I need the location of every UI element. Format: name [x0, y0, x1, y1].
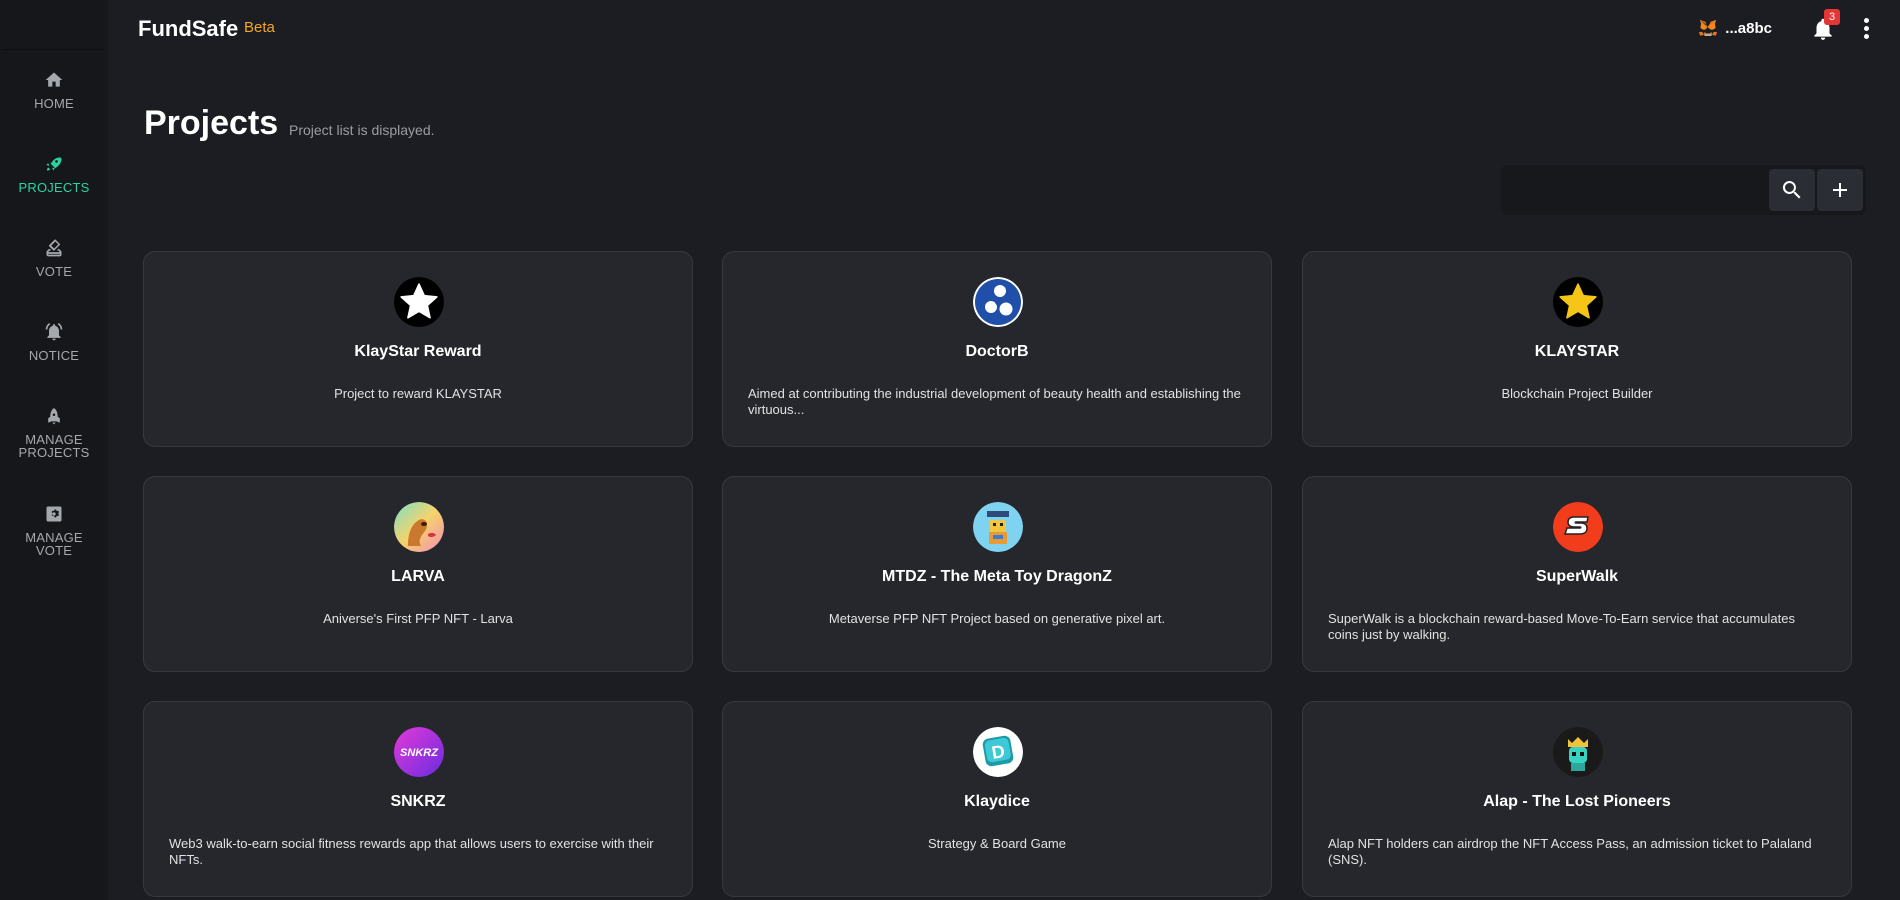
project-card-klaydice[interactable]: D Klaydice Strategy & Board Game — [722, 701, 1272, 897]
add-project-button[interactable] — [1817, 169, 1863, 211]
notifications-button[interactable]: 3 — [1810, 9, 1840, 42]
project-card-superwalk[interactable]: SuperWalk SuperWalk is a blockchain rewa… — [1302, 476, 1852, 672]
project-title: LARVA — [391, 568, 445, 585]
more-dot — [1863, 26, 1869, 31]
search-input[interactable] — [1511, 173, 1761, 207]
project-card-snkrz[interactable]: SNKRZ SNKRZ Web3 walk-to-earn social fit… — [143, 701, 693, 897]
nav-label: PROJECTS — [18, 180, 90, 195]
project-description: Aniverse's First PFP NFT - Larva — [323, 611, 513, 626]
alap-logo — [1553, 727, 1603, 777]
metamask-fox-icon — [1699, 19, 1718, 36]
project-card-mtdz[interactable]: MTDZ - The Meta Toy DragonZ Metaverse PF… — [722, 476, 1272, 672]
plus-icon — [1833, 183, 1847, 197]
project-card-klaystar-reward[interactable]: KlayStar Reward Project to reward KLAYST… — [143, 251, 693, 447]
gold-star-logo — [1553, 277, 1603, 327]
nav-item-manage-projects[interactable]: MANAGE PROJECTS — [0, 406, 108, 459]
project-description: Metaverse PFP NFT Project based on gener… — [828, 611, 1166, 626]
project-card-klaystar[interactable]: KLAYSTAR Blockchain Project Builder — [1302, 251, 1852, 447]
home-icon — [45, 72, 63, 87]
nav-label: HOME — [34, 96, 74, 111]
settings-box-icon — [46, 506, 62, 522]
project-title: DoctorB — [965, 343, 1029, 360]
project-title: KLAYSTAR — [1534, 343, 1620, 360]
superwalk-logo — [1553, 502, 1603, 552]
nav-label: PROJECTS — [18, 445, 90, 460]
page-title: Projects — [144, 104, 279, 142]
rocket-outline-icon — [48, 408, 60, 425]
klaydice-logo: D — [973, 727, 1023, 777]
rocket-icon — [46, 157, 62, 171]
project-title: Alap - The Lost Pioneers — [1483, 793, 1671, 810]
nav-item-projects[interactable]: PROJECTS — [0, 154, 108, 194]
more-dot — [1863, 34, 1869, 39]
brand-logo-text[interactable]: FundSafe — [138, 16, 238, 42]
project-description: SuperWalk is a blockchain reward-based M… — [1328, 611, 1795, 642]
wallet-button[interactable]: ...a8bc — [1697, 17, 1772, 39]
sidebar: HOME PROJECTS VOTE NOTICE MANAGE PROJECT… — [0, 0, 108, 900]
mtdz-logo — [973, 502, 1023, 552]
alarm-icon — [45, 323, 63, 341]
page-subtitle: Project list is displayed. — [289, 122, 435, 138]
nav-item-home[interactable]: HOME — [0, 70, 108, 110]
project-description: Aimed at contributing the industrial dev… — [748, 386, 1241, 417]
larva-logo — [394, 502, 444, 552]
nav-item-manage-vote[interactable]: MANAGE VOTE — [0, 504, 108, 557]
search-button[interactable] — [1769, 169, 1815, 211]
project-description: Project to reward KLAYSTAR — [334, 386, 502, 401]
doctorb-logo — [973, 277, 1023, 327]
project-title: SNKRZ — [390, 793, 446, 810]
beta-tag: Beta — [244, 19, 275, 36]
sidebar-header — [4, 0, 104, 50]
nav-label: NOTICE — [28, 348, 80, 363]
project-title: MTDZ - The Meta Toy DragonZ — [882, 568, 1112, 585]
top-bar: FundSafe Beta ...a8bc 3 — [108, 0, 1900, 56]
project-description: Blockchain Project Builder — [1501, 386, 1653, 401]
white-star-logo — [394, 277, 444, 327]
project-card-alap[interactable]: Alap - The Lost Pioneers Alap NFT holder… — [1302, 701, 1852, 897]
project-description: Strategy & Board Game — [927, 836, 1066, 851]
ballot-icon — [46, 239, 62, 257]
snkrz-logo-text: SNKRZ — [400, 747, 439, 759]
nav-item-notice[interactable]: NOTICE — [0, 322, 108, 362]
notification-count-badge: 3 — [1824, 9, 1840, 25]
project-card-larva[interactable]: LARVA Aniverse's First PFP NFT - Larva — [143, 476, 693, 672]
nav-label: VOTE — [35, 543, 73, 558]
nav-label: VOTE — [35, 264, 73, 279]
project-title: SuperWalk — [1535, 568, 1619, 585]
more-options-button[interactable] — [1862, 18, 1870, 40]
search-icon — [1782, 181, 1801, 199]
project-title: KlayStar Reward — [354, 343, 482, 360]
more-dot — [1863, 18, 1869, 23]
project-title: Klaydice — [964, 793, 1030, 810]
snkrz-logo: SNKRZ — [394, 727, 444, 777]
project-description: Alap NFT holders can airdrop the NFT Acc… — [1328, 836, 1812, 867]
wallet-address: ...a8bc — [1725, 19, 1772, 37]
search-bar — [1501, 165, 1866, 215]
project-description: Web3 walk-to-earn social fitness rewards… — [169, 836, 654, 867]
nav-item-vote[interactable]: VOTE — [0, 238, 108, 278]
project-card-doctorb[interactable]: DoctorB Aimed at contributing the indust… — [722, 251, 1272, 447]
